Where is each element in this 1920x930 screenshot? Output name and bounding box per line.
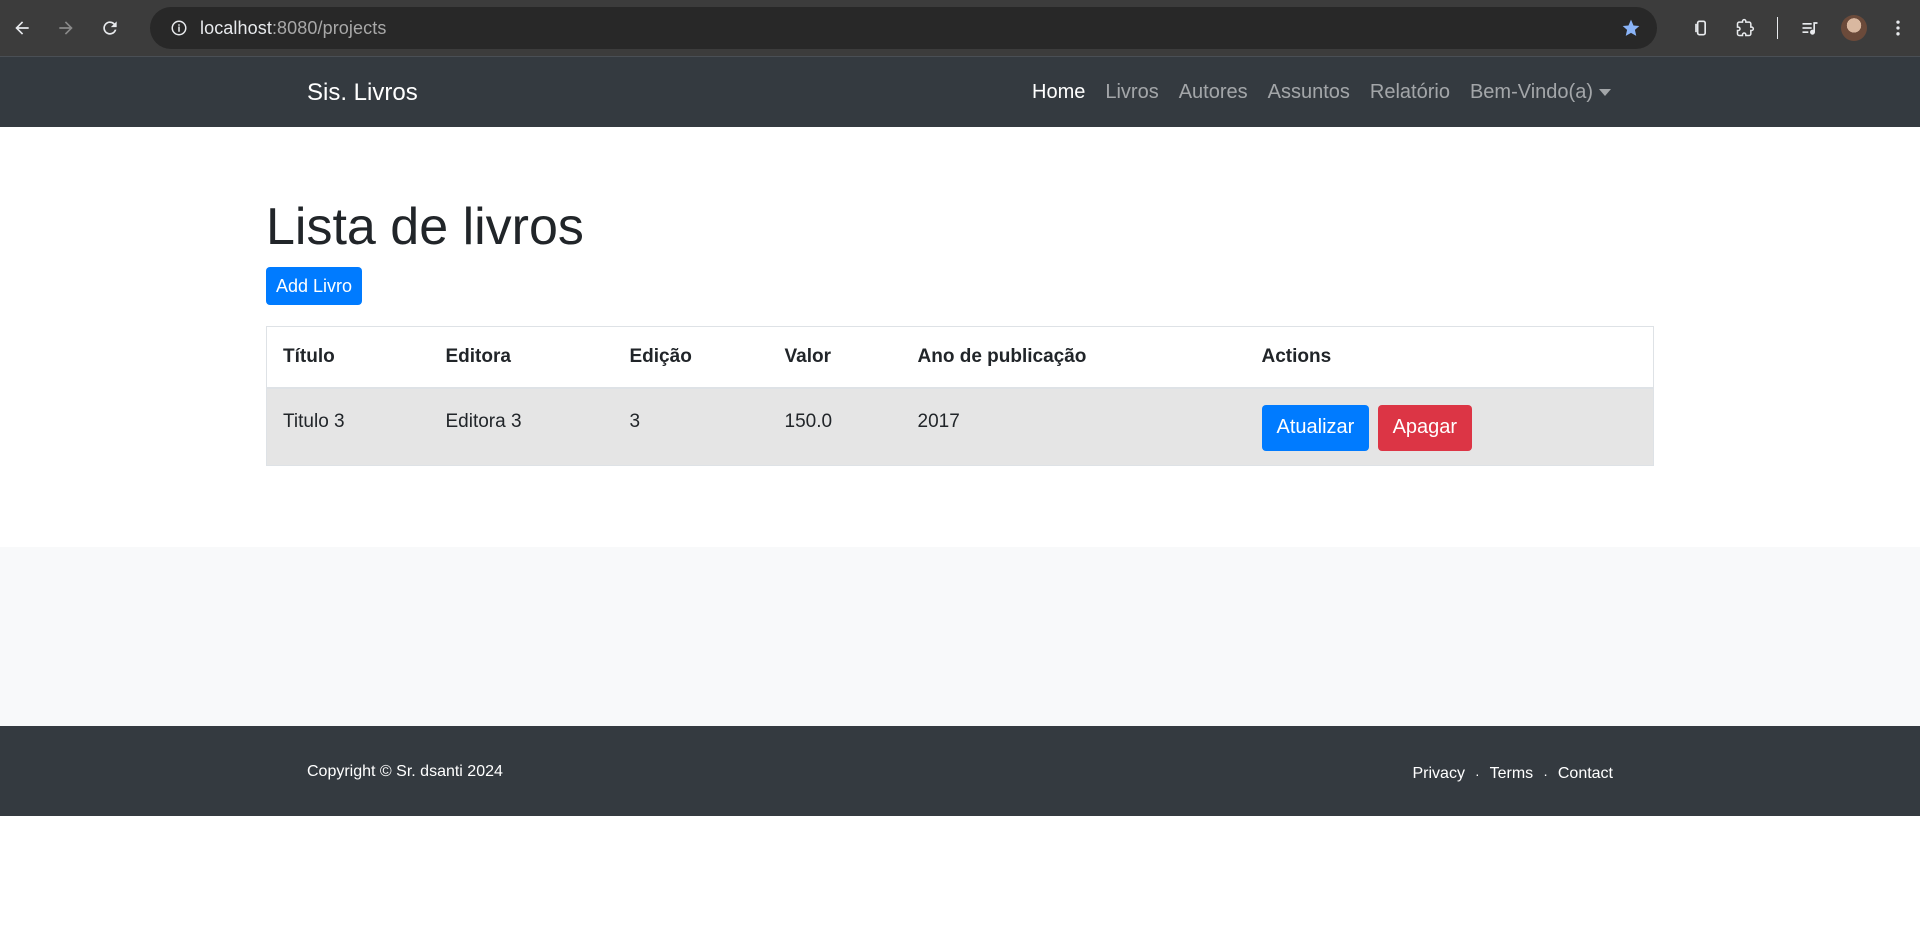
url-path: :8080/projects <box>271 17 387 38</box>
nav-dropdown-welcome[interactable]: Bem-Vindo(a) <box>1470 81 1611 104</box>
bookmark-star-icon[interactable] <box>1621 18 1641 43</box>
forward-icon[interactable] <box>44 0 88 56</box>
caret-down-icon <box>1599 89 1611 97</box>
extensions-icon[interactable] <box>1723 0 1767 56</box>
footer-links: Privacy · Terms · Contact <box>1413 765 1614 783</box>
device-icon[interactable] <box>1679 0 1723 56</box>
navbar-links: Home Livros Autores Assuntos Relatório B… <box>1032 81 1631 104</box>
delete-button[interactable]: Apagar <box>1377 404 1473 451</box>
nav-link-autores[interactable]: Autores <box>1179 81 1248 104</box>
cell-edicao: 3 <box>613 387 769 466</box>
footer-copyright: Copyright © Sr. dsanti 2024 <box>307 763 503 780</box>
column-header-actions: Actions <box>1245 326 1654 389</box>
navbar-brand[interactable]: Sis. Livros <box>307 79 418 107</box>
books-table: Título Editora Edição Valor Ano de publi… <box>266 326 1654 466</box>
footer-link-contact[interactable]: Contact <box>1558 765 1613 783</box>
table-header-row: Título Editora Edição Valor Ano de publi… <box>266 326 1654 389</box>
site-info-icon[interactable] <box>158 19 200 37</box>
column-header-titulo: Título <box>266 326 430 389</box>
cell-editora: Editora 3 <box>429 387 614 466</box>
nav-dropdown-label: Bem-Vindo(a) <box>1469 81 1593 103</box>
browser-toolbar: localhost:8080/projects <box>0 0 1920 56</box>
reload-icon[interactable] <box>88 0 132 56</box>
nav-link-assuntos[interactable]: Assuntos <box>1268 81 1350 104</box>
main-content: Lista de livros Add Livro Título Editora… <box>0 127 1920 547</box>
page-bottom <box>0 816 1920 930</box>
avatar <box>1841 15 1867 41</box>
nav-link-relatorio[interactable]: Relatório <box>1370 81 1450 104</box>
address-bar[interactable]: localhost:8080/projects <box>150 7 1657 49</box>
url-text: localhost:8080/projects <box>200 18 386 39</box>
profile-avatar[interactable] <box>1832 0 1876 56</box>
footer-separator: · <box>1474 766 1480 782</box>
cell-valor: 150.0 <box>768 387 902 466</box>
column-header-valor: Valor <box>768 326 902 389</box>
site-navbar: Sis. Livros Home Livros Autores Assuntos… <box>0 56 1920 127</box>
column-header-editora: Editora <box>429 326 614 389</box>
cell-ano: 2017 <box>901 387 1246 466</box>
back-icon[interactable] <box>0 0 44 56</box>
browser-right-icons <box>1679 0 1920 56</box>
footer-link-terms[interactable]: Terms <box>1490 765 1534 783</box>
footer-link-privacy[interactable]: Privacy <box>1413 765 1465 783</box>
add-book-button[interactable]: Add Livro <box>266 267 362 305</box>
update-button[interactable]: Atualizar <box>1261 404 1370 451</box>
nav-link-home[interactable]: Home <box>1032 81 1085 104</box>
column-header-ano: Ano de publicação <box>901 326 1246 389</box>
nav-link-livros[interactable]: Livros <box>1105 81 1158 104</box>
light-section <box>0 547 1920 726</box>
site-footer: Copyright © Sr. dsanti 2024 Privacy · Te… <box>0 726 1920 816</box>
url-host: localhost <box>200 17 272 38</box>
page-title: Lista de livros <box>266 198 584 256</box>
media-queue-icon[interactable] <box>1788 0 1832 56</box>
more-menu-icon[interactable] <box>1876 0 1920 56</box>
table-row: Titulo 3 Editora 3 3 150.0 2017 Atualiza… <box>266 387 1654 466</box>
footer-separator: · <box>1543 766 1548 782</box>
cell-titulo: Titulo 3 <box>266 387 430 466</box>
column-header-edicao: Edição <box>613 326 769 389</box>
toolbar-divider <box>1777 17 1778 39</box>
cell-actions: Atualizar Apagar <box>1245 387 1654 466</box>
